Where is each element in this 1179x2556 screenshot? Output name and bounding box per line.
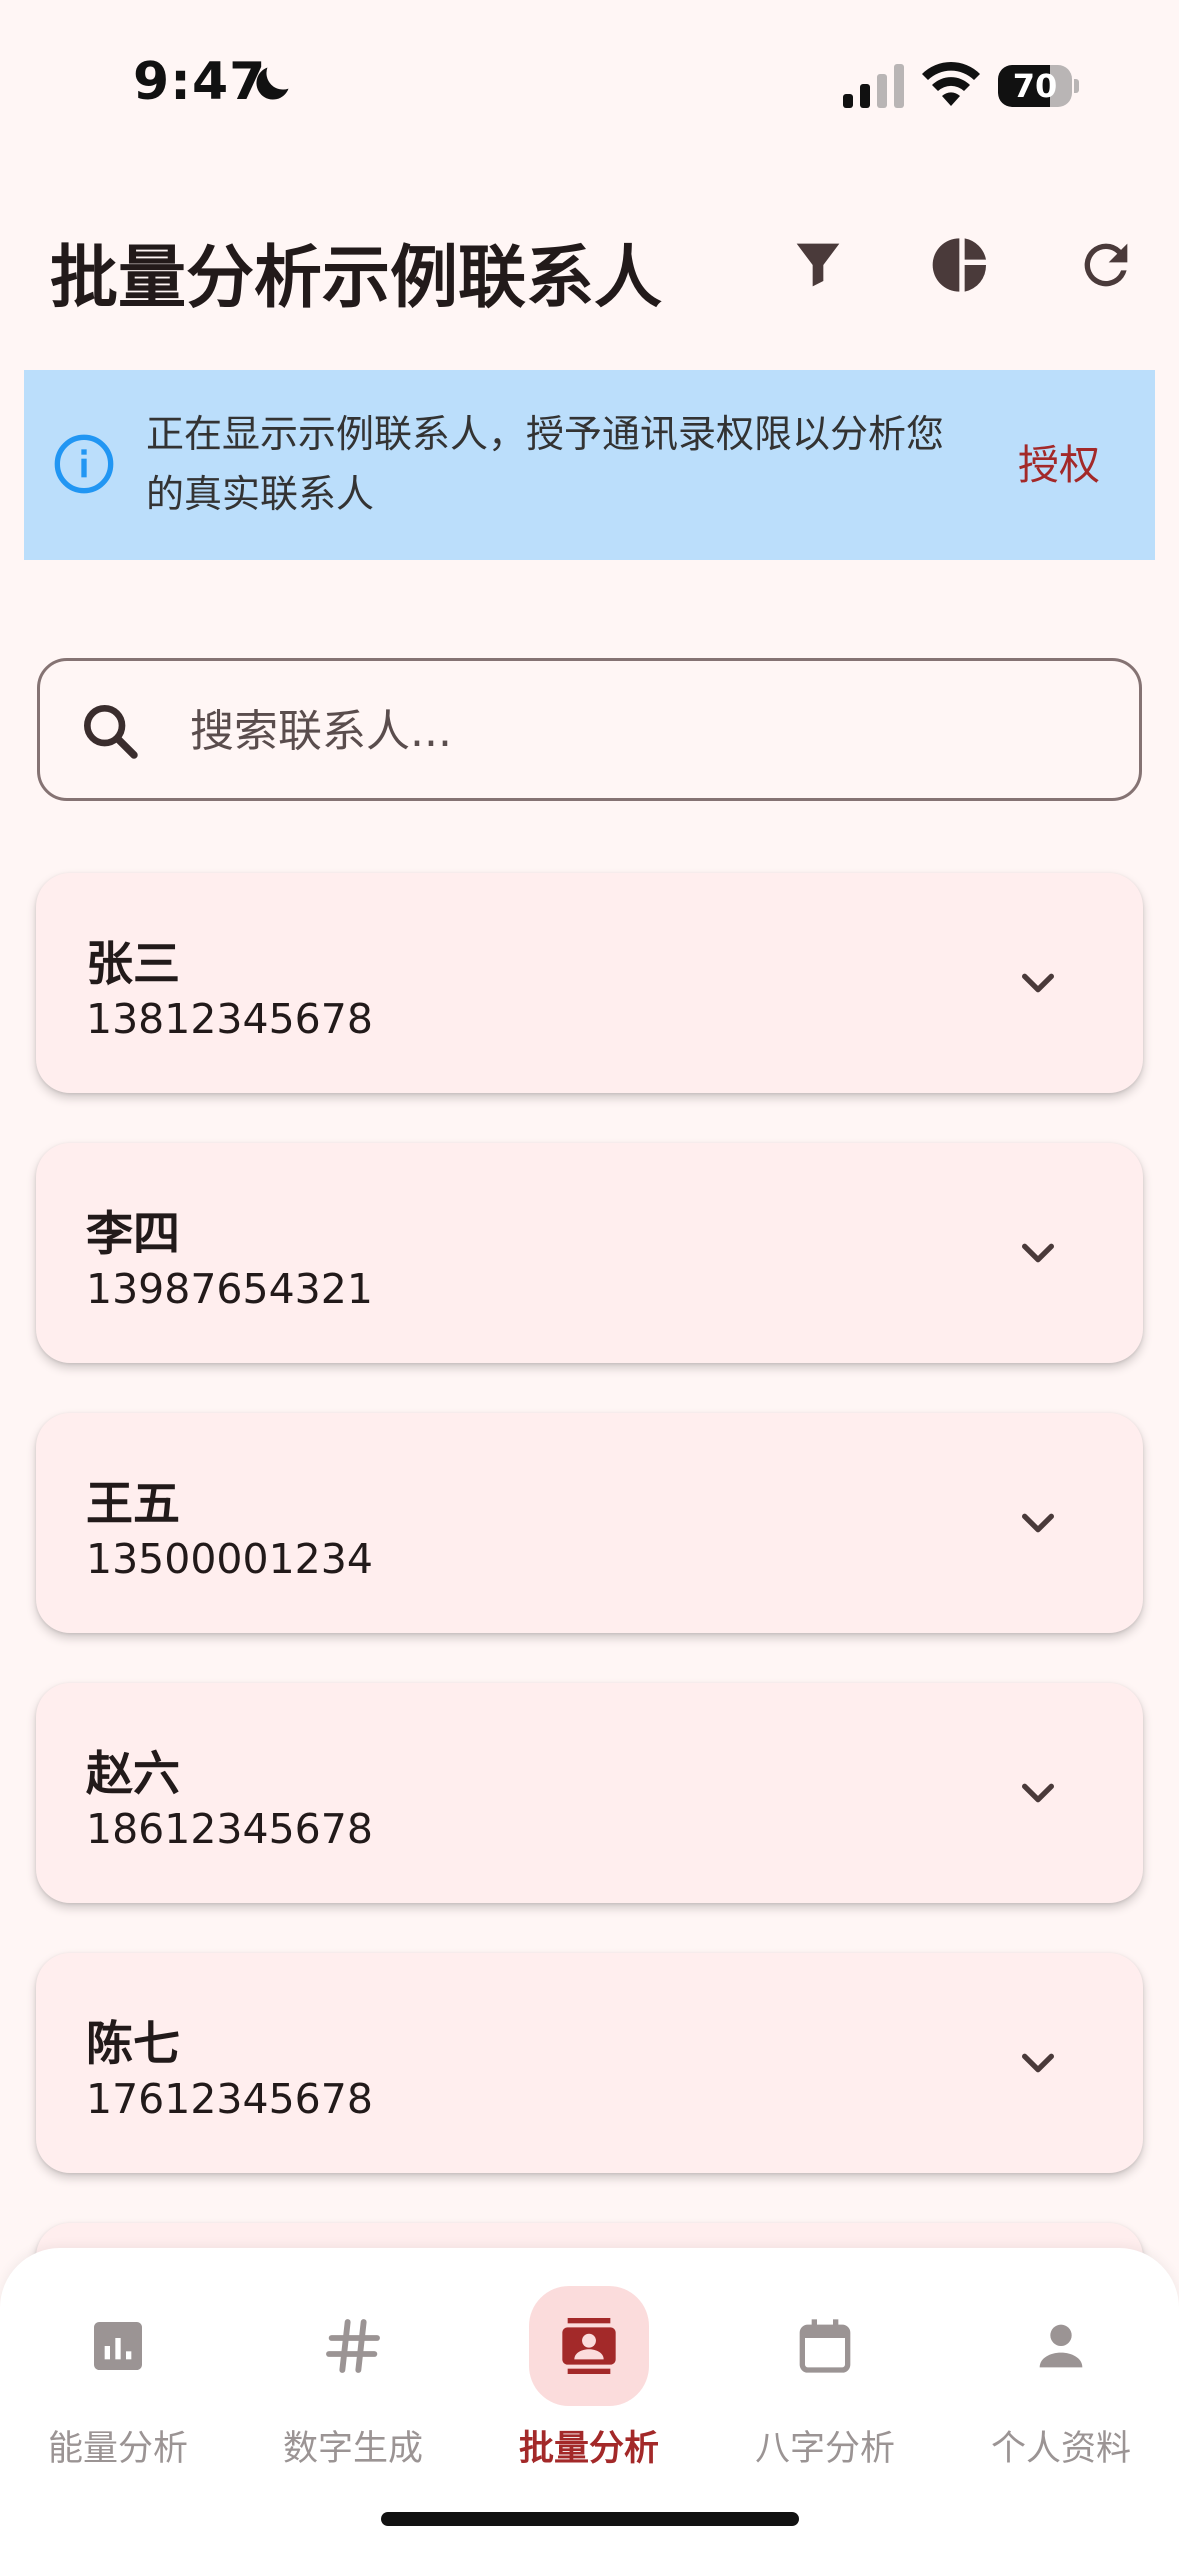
contact-name: 王五 bbox=[86, 1477, 180, 1532]
contact-phone: 13500001234 bbox=[86, 1535, 373, 1583]
filter-icon bbox=[796, 243, 840, 287]
search-icon bbox=[84, 705, 138, 759]
nav-item-energy-analysis[interactable]: 能量分析 bbox=[8, 2268, 228, 2469]
grant-permission-button[interactable]: 授权 bbox=[984, 430, 1134, 500]
search-input[interactable] bbox=[190, 681, 1090, 781]
wifi-icon bbox=[922, 61, 980, 106]
contact-phone: 13812345678 bbox=[86, 995, 373, 1043]
refresh-icon bbox=[1084, 243, 1128, 287]
contact-name: 赵六 bbox=[86, 1747, 180, 1802]
moon-icon bbox=[256, 67, 289, 100]
battery-indicator: 70 bbox=[998, 65, 1079, 107]
contact-name: 张三 bbox=[86, 937, 180, 992]
contact-card[interactable]: 李四 13987654321 bbox=[36, 1143, 1143, 1363]
bar-chart-icon bbox=[94, 2322, 142, 2370]
info-icon bbox=[54, 434, 114, 494]
app-bar: 批量分析示例联系人 bbox=[0, 200, 1179, 330]
chevron-down-icon[interactable] bbox=[1006, 951, 1070, 1015]
chevron-down-icon[interactable] bbox=[1006, 2031, 1070, 2095]
contact-name: 陈七 bbox=[86, 2017, 180, 2072]
banner-message: 正在显示示例联系人，授予通讯录权限以分析您的真实联系人 bbox=[146, 412, 945, 516]
nav-item-bazi-analysis[interactable]: 八字分析 bbox=[715, 2268, 935, 2469]
search-box[interactable] bbox=[37, 658, 1142, 801]
contact-phone: 13987654321 bbox=[86, 1265, 373, 1313]
nav-item-batch-analysis[interactable]: 批量分析 bbox=[479, 2268, 699, 2469]
permission-banner: 正在显示示例联系人，授予通讯录权限以分析您的真实联系人 授权 bbox=[24, 370, 1155, 560]
status-time: 9:47 bbox=[133, 52, 267, 112]
home-indicator bbox=[381, 2512, 799, 2526]
contact-card[interactable]: 赵六 18612345678 bbox=[36, 1683, 1143, 1903]
nav-label: 能量分析 bbox=[47, 2429, 188, 2469]
battery-level: 70 bbox=[1012, 67, 1058, 105]
chevron-down-icon[interactable] bbox=[1006, 1491, 1070, 1555]
contact-card[interactable]: 王五 13500001234 bbox=[36, 1413, 1143, 1633]
nav-label: 个人资料 bbox=[990, 2429, 1131, 2469]
pie-chart-icon bbox=[932, 238, 987, 292]
contact-card[interactable]: 陈七 17612345678 bbox=[36, 1953, 1143, 2173]
refresh-button[interactable] bbox=[1066, 225, 1146, 305]
hash-icon bbox=[326, 2319, 380, 2373]
filter-button[interactable] bbox=[778, 225, 858, 305]
person-icon bbox=[1039, 2324, 1083, 2368]
page-title: 批量分析示例联系人 bbox=[50, 239, 663, 318]
contact-card[interactable]: 张三 13812345678 bbox=[36, 873, 1143, 1093]
chevron-down-icon[interactable] bbox=[1006, 1761, 1070, 1825]
nav-label: 批量分析 bbox=[518, 2429, 659, 2469]
contacts-icon bbox=[562, 2318, 616, 2374]
nav-label: 数字生成 bbox=[282, 2429, 423, 2469]
contact-phone: 18612345678 bbox=[86, 1805, 373, 1853]
page: 9:47 70 批量分析示例联系人 正在显示示例联系人，授予通讯录权限以分析您的… bbox=[0, 0, 1179, 2556]
contact-name: 李四 bbox=[86, 1207, 180, 1262]
cellular-signal-icon bbox=[843, 64, 904, 108]
nav-label: 八字分析 bbox=[754, 2429, 895, 2469]
calendar-icon bbox=[799, 2319, 851, 2373]
bottom-navigation: 能量分析 数字生成 批量分析 八字分析 个人资料 bbox=[0, 2248, 1179, 2556]
chevron-down-icon[interactable] bbox=[1006, 1221, 1070, 1285]
status-bar: 9:47 70 bbox=[0, 0, 1179, 175]
statistics-button[interactable] bbox=[922, 225, 1002, 305]
nav-item-number-generation[interactable]: 数字生成 bbox=[243, 2268, 463, 2469]
nav-item-profile[interactable]: 个人资料 bbox=[951, 2268, 1171, 2469]
contact-phone: 17612345678 bbox=[86, 2075, 373, 2123]
